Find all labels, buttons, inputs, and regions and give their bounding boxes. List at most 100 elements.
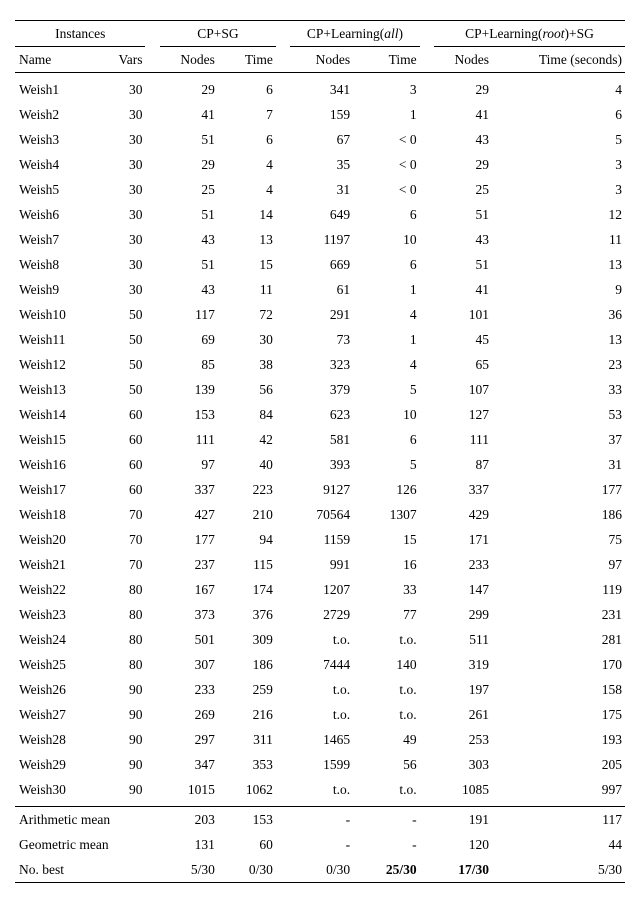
cell-nodes3: 41 [434,102,492,127]
cell-name: Weish8 [15,252,100,277]
cell-nodes2: 61 [290,277,353,302]
cell-vars: 90 [100,727,146,752]
cell-time3: 3 [492,152,625,177]
cell-name: Weish5 [15,177,100,202]
cell-time2: t.o. [353,627,419,652]
cell-nodes1: 177 [160,527,218,552]
cell-vars: 50 [100,327,146,352]
cell-time1: 30 [218,327,276,352]
cell-time1: 6 [218,77,276,102]
header-time1: Time [218,47,276,73]
cell-nodes1: 25 [160,177,218,202]
cell-time1: 56 [218,377,276,402]
cell-nodes1: 51 [160,252,218,277]
table-row: Weish17603372239127126337177 [15,477,625,502]
cell-name: Weish14 [15,402,100,427]
cell-nodes1: 347 [160,752,218,777]
summary-label: Geometric mean [15,832,145,857]
cell-vars: 30 [100,152,146,177]
cell-time2: 3 [353,77,419,102]
cell-nodes2: 73 [290,327,353,352]
cell-time1: 353 [218,752,276,777]
cell-time2: 5 [353,452,419,477]
header-instances: Instances [15,21,145,47]
cell-time2: t.o. [353,777,419,802]
cell-nodes2: 1207 [290,577,353,602]
cell-name: Weish23 [15,602,100,627]
table-row: Weish2890297311146549253193 [15,727,625,752]
cell-time2: 15 [353,527,419,552]
cell-time1: 38 [218,352,276,377]
cell-time1: 72 [218,302,276,327]
cell-name: Weish26 [15,677,100,702]
header-cplearn-root: CP+Learning(root)+SG [434,21,625,47]
header-nodes2: Nodes [290,47,353,73]
cell-time3: 33 [492,377,625,402]
cell-time3: 5 [492,127,625,152]
cell-nodes2: 1599 [290,752,353,777]
summary-time1: 0/30 [218,857,276,882]
cell-time3: 3 [492,177,625,202]
cell-nodes2: 1465 [290,727,353,752]
cell-time1: 174 [218,577,276,602]
cell-time3: 31 [492,452,625,477]
summary-time2: - [353,832,419,857]
cell-nodes2: 1159 [290,527,353,552]
cell-time3: 37 [492,427,625,452]
cell-nodes1: 297 [160,727,218,752]
cell-name: Weish13 [15,377,100,402]
cell-nodes2: t.o. [290,777,353,802]
cell-name: Weish25 [15,652,100,677]
cell-time1: 7 [218,102,276,127]
summary-time1: 153 [218,807,276,833]
cell-name: Weish4 [15,152,100,177]
results-table: Instances CP+SG CP+Learning(all) CP+Lear… [15,20,625,883]
cell-time3: 53 [492,402,625,427]
cell-time3: 4 [492,77,625,102]
cell-nodes3: 1085 [434,777,492,802]
cell-nodes3: 429 [434,502,492,527]
cell-nodes1: 69 [160,327,218,352]
cell-nodes3: 43 [434,127,492,152]
cell-name: Weish22 [15,577,100,602]
summary-row: No. best5/300/300/3025/3017/305/30 [15,857,625,882]
cell-name: Weish24 [15,627,100,652]
table-row: Weish2480501309t.o.t.o.511281 [15,627,625,652]
cell-nodes2: t.o. [290,702,353,727]
cell-vars: 60 [100,402,146,427]
cell-nodes1: 43 [160,227,218,252]
cell-nodes3: 65 [434,352,492,377]
cell-nodes1: 167 [160,577,218,602]
table-row: Weish156011142581611137 [15,427,625,452]
cell-nodes1: 233 [160,677,218,702]
cell-nodes3: 147 [434,577,492,602]
cell-vars: 70 [100,552,146,577]
cell-nodes3: 87 [434,452,492,477]
table-row: Weish2990347353159956303205 [15,752,625,777]
cell-name: Weish7 [15,227,100,252]
cell-nodes2: 393 [290,452,353,477]
cell-vars: 30 [100,277,146,302]
cell-nodes3: 303 [434,752,492,777]
cell-name: Weish12 [15,352,100,377]
cell-vars: 30 [100,202,146,227]
cell-vars: 80 [100,627,146,652]
table-row: Weish2690233259t.o.t.o.197158 [15,677,625,702]
cell-time2: 77 [353,602,419,627]
cell-time2: 49 [353,727,419,752]
table-row: Weish2304171591416 [15,102,625,127]
cell-time3: 119 [492,577,625,602]
cell-time2: 6 [353,427,419,452]
cell-nodes3: 253 [434,727,492,752]
cell-nodes1: 51 [160,202,218,227]
cell-nodes2: t.o. [290,627,353,652]
cell-vars: 60 [100,427,146,452]
cell-time3: 158 [492,677,625,702]
cell-nodes2: 991 [290,552,353,577]
cell-time1: 4 [218,177,276,202]
cell-nodes2: 35 [290,152,353,177]
cell-name: Weish15 [15,427,100,452]
cell-time1: 94 [218,527,276,552]
cell-time3: 11 [492,227,625,252]
cell-name: Weish20 [15,527,100,552]
